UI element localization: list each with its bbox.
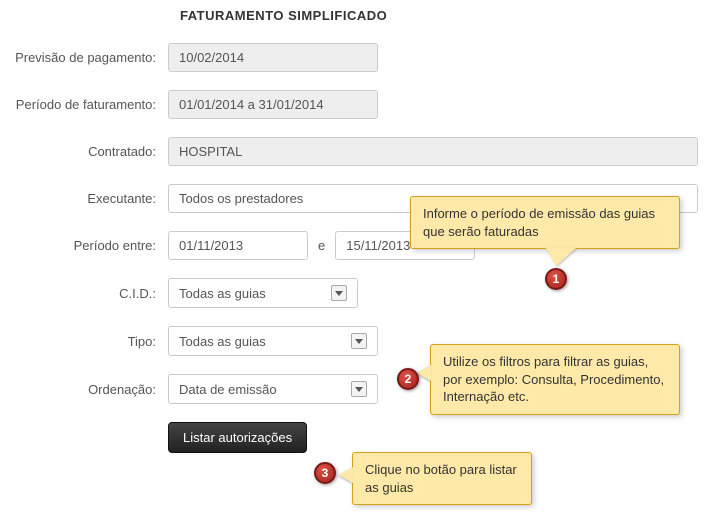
label-periodo-entre: Período entre: xyxy=(8,238,168,253)
label-executante: Executante: xyxy=(8,191,168,206)
callout-tail-icon xyxy=(417,365,431,381)
callout-text: Clique no botão para listar as guias xyxy=(365,462,517,495)
row-cid: C.I.D.: Todas as guias xyxy=(8,278,720,308)
callout-text: Informe o período de emissão das guias q… xyxy=(423,206,655,239)
label-contratado: Contratado: xyxy=(8,144,168,159)
select-cid[interactable]: Todas as guias xyxy=(168,278,358,308)
chevron-down-icon xyxy=(351,381,367,397)
row-contratado: Contratado: HOSPITAL xyxy=(8,137,720,166)
chevron-down-icon xyxy=(331,285,347,301)
callout-listar: Clique no botão para listar as guias xyxy=(352,452,532,505)
field-previsao-pagamento: 10/02/2014 xyxy=(168,43,378,72)
callout-text: Utilize os filtros para filtrar as guias… xyxy=(443,354,664,404)
callout-filtros: Utilize os filtros para filtrar as guias… xyxy=(430,344,680,415)
listar-autorizacoes-button[interactable]: Listar autorizações xyxy=(168,422,307,453)
select-tipo[interactable]: Todas as guias xyxy=(168,326,378,356)
label-tipo: Tipo: xyxy=(8,334,168,349)
select-tipo-value: Todas as guias xyxy=(179,334,266,349)
label-previsao-pagamento: Previsão de pagamento: xyxy=(8,50,168,65)
select-cid-value: Todas as guias xyxy=(179,286,266,301)
label-ordenacao: Ordenação: xyxy=(8,382,168,397)
page-title: FATURAMENTO SIMPLIFICADO xyxy=(0,0,728,23)
callout-tail-icon xyxy=(339,467,353,483)
label-cid: C.I.D.: xyxy=(8,286,168,301)
row-actions: Listar autorizações xyxy=(8,422,720,453)
field-contratado: HOSPITAL xyxy=(168,137,698,166)
select-ordenacao[interactable]: Data de emissão xyxy=(168,374,378,404)
step-marker-1: 1 xyxy=(545,268,567,290)
separator-e: e xyxy=(308,238,335,253)
callout-tail-icon xyxy=(546,248,576,266)
row-periodo-faturamento: Período de faturamento: 01/01/2014 a 31/… xyxy=(8,90,720,119)
row-previsao-pagamento: Previsão de pagamento: 10/02/2014 xyxy=(8,43,720,72)
label-periodo-faturamento: Período de faturamento: xyxy=(8,97,168,112)
chevron-down-icon xyxy=(351,333,367,349)
callout-periodo-emissao: Informe o período de emissão das guias q… xyxy=(410,196,680,249)
step-marker-3: 3 xyxy=(314,462,336,484)
step-marker-2: 2 xyxy=(397,368,419,390)
select-ordenacao-value: Data de emissão xyxy=(179,382,277,397)
field-periodo-faturamento: 01/01/2014 a 31/01/2014 xyxy=(168,90,378,119)
field-periodo-inicio[interactable]: 01/11/2013 xyxy=(168,231,308,260)
